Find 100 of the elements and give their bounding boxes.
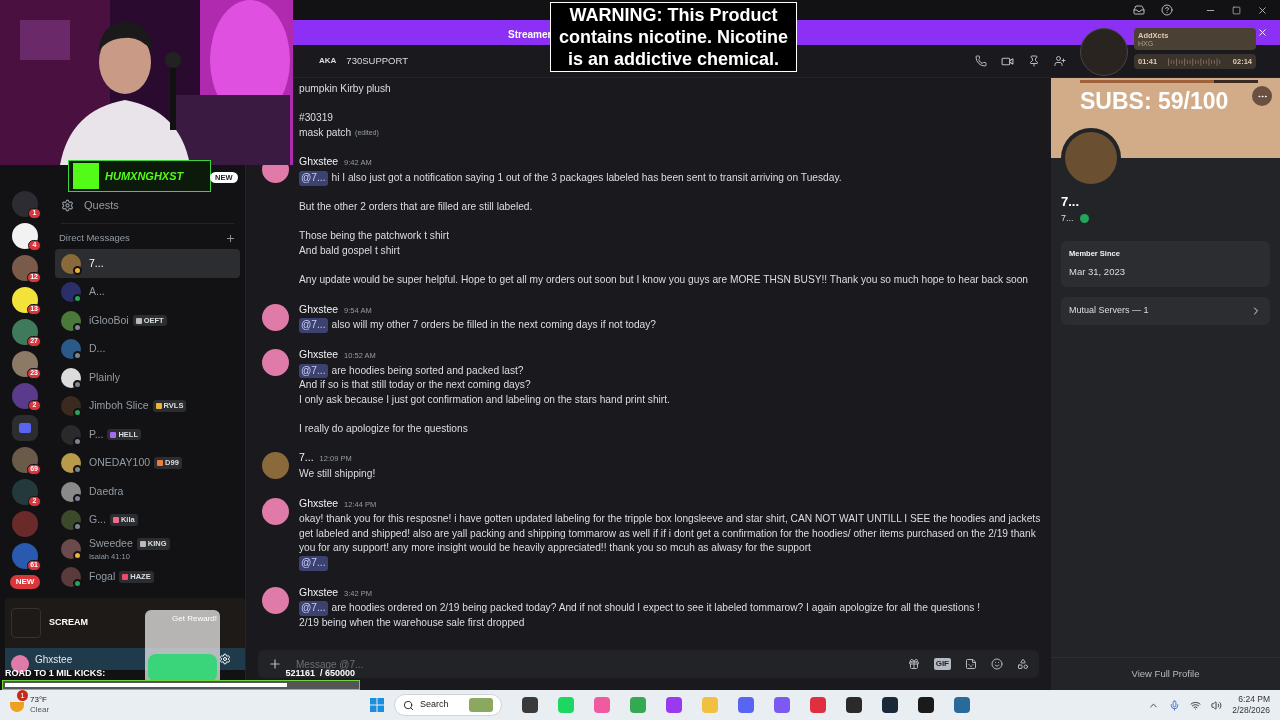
hash-badge-icon (1079, 213, 1089, 223)
dm-item[interactable]: Daedra (55, 477, 240, 506)
mention-link[interactable]: @7... (299, 601, 328, 616)
app-icon[interactable] (846, 697, 862, 713)
dm-item[interactable]: 7... (55, 249, 240, 278)
ad-title: SCREAM (49, 616, 88, 630)
aka-name: 730SUPPORT (346, 53, 408, 68)
emoji-icon[interactable] (991, 658, 1003, 670)
server-icon[interactable] (12, 287, 38, 313)
profile-name: 7... (1061, 193, 1081, 211)
close-icon[interactable] (1257, 4, 1268, 16)
message-text: Those being the patchwork t shirt (299, 229, 450, 244)
author-name[interactable]: 7... (299, 450, 314, 466)
help-icon[interactable] (1161, 4, 1173, 16)
server-icon[interactable] (12, 447, 38, 473)
author-name[interactable]: Ghxstee (299, 301, 339, 317)
dm-item[interactable]: D... (55, 334, 240, 364)
message-text: pumpkin Kirby plush (299, 82, 391, 96)
server-icon[interactable] (12, 319, 38, 345)
new-badge[interactable]: NEW (9, 575, 41, 589)
maximize-icon[interactable] (1232, 5, 1241, 15)
volume-icon[interactable] (1211, 699, 1223, 711)
message-text: okay! thank you for this resposne! i have gotten updated labeling for the tripple box longsleeve and star shirt, CAN NOT WAIT UNTILL I SEE the hoodies and jackets get labeled and shipped! also are yall packing and shipping tommarow as well if if i dont get a confirmation for the hoodies/ other items purchased on the 2/19 thank you for any support! any more insight would be heavily appreciated!! thank you so mcuh as alwasy for the support (299, 512, 1042, 556)
mention-link[interactable]: @7... (299, 170, 328, 186)
reward-text: Get Reward! (172, 613, 217, 625)
mutual-servers-button[interactable]: Mutual Servers — 1 (1061, 296, 1270, 325)
mention-link[interactable]: @7... (299, 556, 328, 571)
wifi-icon[interactable] (1190, 699, 1202, 711)
message-text: And bald gospel t shirt (299, 243, 400, 258)
apps-icon[interactable] (1017, 658, 1029, 670)
gift-icon[interactable] (907, 658, 920, 670)
message-text: Any update would be super helpful. Hope to get all my orders out soon but I know you guys are MORE THSN BUSY!! Thank you so much hope to hear back soon (299, 273, 1028, 288)
gif-button[interactable]: GIF (933, 658, 951, 670)
app-icon[interactable] (882, 697, 898, 713)
message-text: I only ask because I just got confirmation and labeling on the stars hand print shirt. (299, 392, 670, 407)
author-name[interactable]: Ghxstee (299, 154, 339, 169)
attach-icon[interactable] (268, 657, 282, 671)
inbox-icon[interactable] (1133, 4, 1145, 16)
message-text: But the other 2 orders that are filled are still labeled. (299, 200, 533, 215)
temperature: 73°F (30, 695, 48, 705)
message-text: We still shipping! (299, 467, 376, 482)
call-icon[interactable] (975, 55, 987, 67)
dm-name: Fogal (89, 569, 116, 585)
profile-username: 7... (1061, 211, 1074, 225)
sticker-icon[interactable] (965, 658, 977, 670)
app-icon[interactable] (918, 697, 934, 713)
taskbar-search[interactable]: Search (394, 694, 502, 716)
dm-item[interactable]: Plainly (55, 363, 240, 392)
close-button[interactable] (1257, 27, 1268, 38)
dm-name: G... (89, 512, 106, 528)
message-text: I really do apologize for the questions (299, 421, 468, 436)
coins-drawing (148, 654, 217, 682)
dm-name: P... (89, 426, 104, 442)
author-name[interactable]: Ghxstee (299, 584, 339, 600)
channel-name: HUMXNGHXST (105, 168, 184, 184)
waveform-icon (1168, 57, 1222, 66)
aka-label: AKA (319, 55, 337, 67)
dm-name: Sweedee (89, 536, 133, 552)
dm-name: A... (89, 284, 105, 300)
server-icon[interactable] (12, 351, 38, 377)
dm-name: Jimboh Slice (89, 398, 149, 414)
dm-name: 7... (89, 255, 104, 271)
settings-icon[interactable] (219, 653, 231, 665)
clock-time: 6:24 PM (1238, 694, 1270, 705)
message-text: And if so is that still today or the next coming days? (299, 378, 531, 393)
add-friend-icon[interactable] (1054, 55, 1066, 67)
dm-name: ONEDAY100 (89, 455, 151, 471)
mention-link[interactable]: @7... (299, 318, 328, 333)
gear-icon[interactable] (61, 198, 74, 212)
message-text: are hoodies ordered on 2/19 being packed today? And if not should I expect to see it labeled tommarow? I again apologize for all the questions ! (331, 601, 980, 616)
start-icon[interactable] (370, 698, 384, 712)
warning-text: WARNING: This Product contains nicotine. Nicotine is an addictive chemical. (558, 4, 789, 70)
alert-count: 1 (17, 690, 28, 701)
section-heading: Direct Messages (59, 231, 130, 245)
pin-icon[interactable] (1028, 55, 1040, 67)
mic-icon[interactable] (1169, 699, 1181, 711)
kicks-goal-label: ROAD TO 1 MIL KICKS: (5, 667, 106, 680)
author-name[interactable]: Ghxstee (299, 495, 339, 511)
weather-icon (10, 702, 24, 712)
author-name[interactable]: Ghxstee (299, 346, 339, 362)
server-icon[interactable] (12, 255, 38, 281)
clock-date: 2/28/2026 (1232, 705, 1270, 716)
quests-item[interactable]: Quests (84, 196, 119, 214)
mutual-servers-label: Mutual Servers — 1 (1069, 303, 1149, 317)
message-text: mask patch (299, 125, 352, 140)
message-text: are hoodies being sorted and packed last? (331, 363, 524, 378)
member-since-date: Mar 31, 2023 (1069, 265, 1126, 280)
search-icon (403, 699, 414, 711)
weather-condition: Clear (30, 705, 50, 715)
message-text: 2/19 being when the warehouse sale first dropped (299, 615, 525, 630)
dm-item[interactable]: A... (55, 277, 240, 307)
server-icon[interactable] (12, 223, 38, 249)
app-icon[interactable] (522, 697, 538, 713)
server-icon[interactable] (12, 543, 38, 569)
dm-name: iGlooBoi (89, 312, 129, 328)
view-full-profile-link[interactable]: View Full Profile (1051, 658, 1280, 690)
subs-counter: SUBS: 59/100 (1080, 87, 1229, 116)
user-name: Ghxstee (35, 652, 73, 667)
mention-link[interactable]: @7... (299, 363, 328, 379)
add-icon[interactable] (225, 232, 236, 244)
